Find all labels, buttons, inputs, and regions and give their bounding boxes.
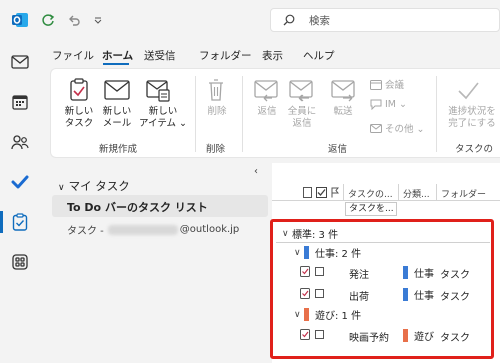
ribbon-separator xyxy=(242,76,243,152)
account-prefix: タスク - xyxy=(67,226,104,237)
new-mail-button[interactable]: 新しい メール xyxy=(96,106,138,130)
reply-all-icon xyxy=(289,80,315,105)
mark-complete-icon xyxy=(456,80,480,105)
reply-label-1: 返信 xyxy=(257,106,277,117)
delete-button[interactable]: 削除 xyxy=(202,106,232,118)
group-label-respond: 返信 xyxy=(328,144,348,155)
active-indicator xyxy=(0,211,3,233)
column-divider[interactable] xyxy=(343,184,344,200)
folder-item-account[interactable]: タスク - @outlook.jp xyxy=(67,222,239,237)
more-respond-button[interactable]: その他 ⌄ xyxy=(370,121,424,135)
column-category[interactable]: 分類... xyxy=(403,187,430,200)
tab-home[interactable]: ホーム xyxy=(102,48,133,63)
new-item-icon xyxy=(146,78,170,105)
group-label-delete: 削除 xyxy=(206,144,226,155)
chevron-down-icon: ∨ xyxy=(58,183,65,193)
tasks-icon[interactable] xyxy=(6,208,34,236)
group-label-manage: タスクの xyxy=(455,144,494,155)
my-tasks-header[interactable]: ∨ マイ タスク xyxy=(58,178,130,194)
my-tasks-label: マイ タスク xyxy=(68,179,130,193)
tab-folder[interactable]: フォルダー xyxy=(199,48,252,63)
more-icon xyxy=(370,123,382,133)
im-label: IM ⌄ xyxy=(385,99,407,110)
ribbon-separator xyxy=(436,76,437,152)
new-task-label-1: 新しい xyxy=(64,106,94,117)
column-complete-icon[interactable] xyxy=(316,187,327,201)
new-mail-icon xyxy=(104,80,130,103)
im-button[interactable]: IM ⌄ xyxy=(370,99,407,110)
account-suffix: @outlook.jp xyxy=(179,224,240,235)
reply-all-label-1: 全員に xyxy=(287,106,317,117)
highlight-annotation xyxy=(270,219,494,359)
meeting-icon xyxy=(370,79,382,90)
undo-icon[interactable] xyxy=(66,12,82,28)
active-tab-underline xyxy=(103,63,129,65)
reply-button[interactable]: 返信 xyxy=(250,106,284,118)
new-task-button[interactable]: 新しい タスク xyxy=(58,106,100,130)
search-box[interactable]: 検索 xyxy=(270,8,500,32)
search-icon xyxy=(283,14,295,26)
tab-file[interactable]: ファイル xyxy=(52,48,94,63)
new-mail-label-1: 新しい xyxy=(102,106,132,117)
meeting-label: 会議 xyxy=(385,80,405,91)
people-icon[interactable] xyxy=(6,128,34,156)
mark-complete-button[interactable]: 進捗状況を 完了にする xyxy=(444,106,500,130)
meeting-button[interactable]: 会議 xyxy=(370,77,404,91)
tab-help[interactable]: ヘルプ xyxy=(303,48,335,63)
group-label-new: 新規作成 xyxy=(99,144,138,155)
new-task-icon xyxy=(68,78,90,105)
apps-icon[interactable] xyxy=(6,248,34,276)
tab-send-receive[interactable]: 送受信 xyxy=(144,48,176,63)
new-item-label-1: 新しい xyxy=(148,106,178,117)
new-item-button[interactable]: 新しい アイテム ⌄ xyxy=(137,106,189,130)
calendar-icon[interactable] xyxy=(6,88,34,116)
reply-all-label-2: 返信 xyxy=(292,118,312,129)
new-item-label-2: アイテム ⌄ xyxy=(138,118,188,129)
collapse-pane-icon[interactable]: ‹ xyxy=(254,166,258,177)
more-respond-label: その他 ⌄ xyxy=(385,124,425,135)
tab-view[interactable]: 表示 xyxy=(262,48,283,63)
im-icon xyxy=(370,99,382,110)
outlook-icon xyxy=(10,10,30,30)
reply-all-button[interactable]: 全員に 返信 xyxy=(284,106,320,130)
column-divider[interactable] xyxy=(398,184,399,200)
delete-icon xyxy=(206,78,226,105)
folder-item-todo-label: To Do バーのタスク リスト xyxy=(67,201,208,214)
mark-complete-label-1: 進捗状況を xyxy=(448,106,496,117)
column-folder[interactable]: フォルダー xyxy=(441,187,486,200)
todo-icon[interactable] xyxy=(6,168,34,196)
column-flag-icon[interactable] xyxy=(331,187,340,201)
refresh-icon[interactable] xyxy=(40,12,56,28)
column-icon-type[interactable] xyxy=(303,187,312,201)
forward-button[interactable]: 転送 xyxy=(326,106,360,118)
mark-complete-label-2: 完了にする xyxy=(448,118,496,129)
search-input[interactable]: 検索 xyxy=(309,13,330,28)
new-task-input[interactable]: タスクを... xyxy=(345,202,397,216)
column-divider[interactable] xyxy=(436,184,437,200)
new-mail-label-2: メール xyxy=(102,118,132,129)
ribbon-separator xyxy=(195,76,196,152)
dropdown-icon[interactable] xyxy=(92,12,104,28)
reply-icon xyxy=(254,80,280,105)
forward-icon xyxy=(331,80,357,105)
mail-icon[interactable] xyxy=(6,48,34,76)
redacted-email xyxy=(107,224,178,235)
column-subject[interactable]: タスクの... xyxy=(348,187,393,200)
new-task-label-2: タスク xyxy=(64,118,94,129)
forward-label-1: 転送 xyxy=(333,106,353,117)
